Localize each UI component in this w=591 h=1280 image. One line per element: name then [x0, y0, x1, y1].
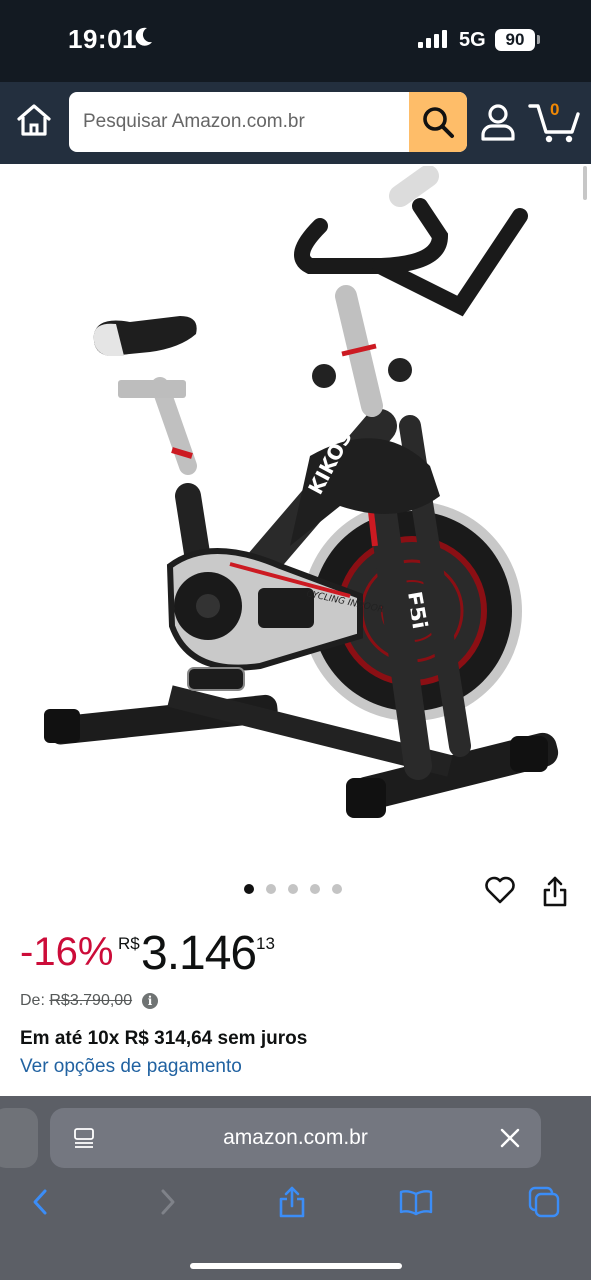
forward-icon	[161, 1189, 175, 1215]
carousel-dot[interactable]	[288, 884, 298, 894]
carousel-dot[interactable]	[310, 884, 320, 894]
battery-tip-icon	[537, 35, 540, 44]
tabs-button[interactable]	[526, 1184, 562, 1220]
cellular-signal-icon	[418, 30, 447, 48]
search-button[interactable]	[409, 92, 467, 152]
browser-toolbar	[0, 1184, 591, 1224]
cart-count-badge: 0	[550, 100, 560, 119]
home-indicator[interactable]	[190, 1263, 402, 1269]
heart-icon	[485, 876, 515, 904]
amazon-header	[0, 82, 591, 164]
share-icon	[279, 1186, 305, 1218]
status-bar: 19:01 5G 90	[0, 0, 591, 82]
list-price-label: De:	[20, 992, 45, 1009]
carousel-dot[interactable]	[244, 884, 254, 894]
network-type: 5G	[459, 29, 486, 51]
back-icon	[33, 1189, 47, 1215]
carousel-dot[interactable]	[332, 884, 342, 894]
focus-moon-icon	[134, 26, 154, 54]
previous-tab-preview[interactable]	[0, 1108, 38, 1168]
price-currency: R$	[118, 934, 140, 953]
price-cents: 13	[256, 934, 275, 953]
search-input[interactable]	[69, 92, 413, 152]
search-box	[69, 92, 467, 152]
payment-options-link[interactable]: Ver opções de pagamento	[20, 1056, 242, 1078]
add-to-wishlist-button[interactable]	[484, 874, 516, 906]
discount-percentage: -16%	[20, 930, 114, 974]
home-button[interactable]	[14, 100, 54, 140]
share-page-button[interactable]	[274, 1184, 310, 1220]
tabs-icon	[528, 1186, 560, 1218]
image-carousel-indicator[interactable]	[244, 884, 342, 894]
bookmarks-icon	[399, 1190, 433, 1216]
installments-text: Em até 10x R$ 314,64 sem juros	[20, 1028, 308, 1049]
status-time: 19:01	[68, 24, 137, 54]
list-price: De: R$3.790,00	[20, 992, 132, 1010]
back-button[interactable]	[22, 1184, 58, 1220]
page-scrollbar[interactable]	[583, 166, 587, 200]
share-icon	[543, 876, 567, 907]
forward-button[interactable]	[150, 1184, 186, 1220]
price-whole: 3.146	[141, 927, 257, 980]
product-image[interactable]: F5i CYCLING INDOOR KIKOS	[20, 165, 580, 856]
carousel-dot[interactable]	[266, 884, 276, 894]
home-icon	[17, 104, 51, 136]
browser-bottom-bar: amazon.com.br	[0, 1096, 591, 1280]
share-product-button[interactable]	[540, 874, 570, 908]
search-icon	[423, 107, 454, 138]
bookmarks-button[interactable]	[398, 1184, 434, 1220]
url-text: amazon.com.br	[223, 1126, 368, 1149]
close-icon[interactable]	[498, 1126, 522, 1150]
account-button[interactable]	[480, 102, 516, 142]
account-icon	[481, 104, 515, 141]
battery-indicator: 90	[495, 29, 535, 51]
list-price-value: R$3.790,00	[49, 992, 133, 1009]
exercise-bike-image: F5i CYCLING INDOOR KIKOS	[44, 165, 559, 818]
address-bar[interactable]: amazon.com.br	[50, 1108, 541, 1168]
info-icon[interactable]: i	[142, 993, 158, 1009]
